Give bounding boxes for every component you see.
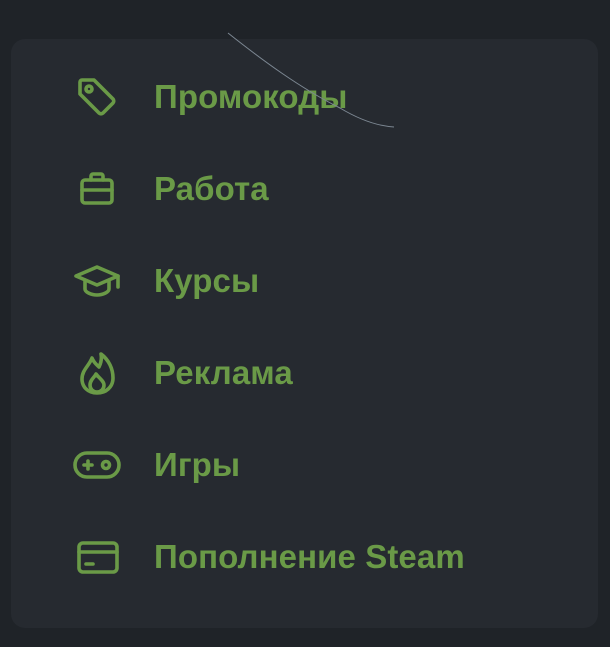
gamepad-icon [72,440,122,490]
menu-item-steam-topup[interactable]: Пополнение Steam [11,511,598,603]
tag-icon [72,72,122,122]
flame-icon [72,348,122,398]
menu-item-label: Реклама [154,354,293,391]
page: Промокоды Работа Курсы Реклама Игры Попо… [0,0,610,647]
credit-card-icon [72,532,122,582]
menu-list: Промокоды Работа Курсы Реклама Игры Попо… [11,51,598,603]
menu-item-label: Пополнение Steam [154,538,465,575]
menu-item-label: Игры [154,446,241,483]
menu-item-work[interactable]: Работа [11,143,598,235]
menu-item-label: Промокоды [154,78,348,115]
menu-item-courses[interactable]: Курсы [11,235,598,327]
menu-panel: Промокоды Работа Курсы Реклама Игры Попо… [11,39,598,628]
menu-item-games[interactable]: Игры [11,419,598,511]
menu-item-promocodes[interactable]: Промокоды [11,51,598,143]
menu-item-label: Курсы [154,262,260,299]
briefcase-icon [72,164,122,214]
menu-item-advertising[interactable]: Реклама [11,327,598,419]
graduation-cap-icon [72,256,122,306]
menu-item-label: Работа [154,170,269,207]
